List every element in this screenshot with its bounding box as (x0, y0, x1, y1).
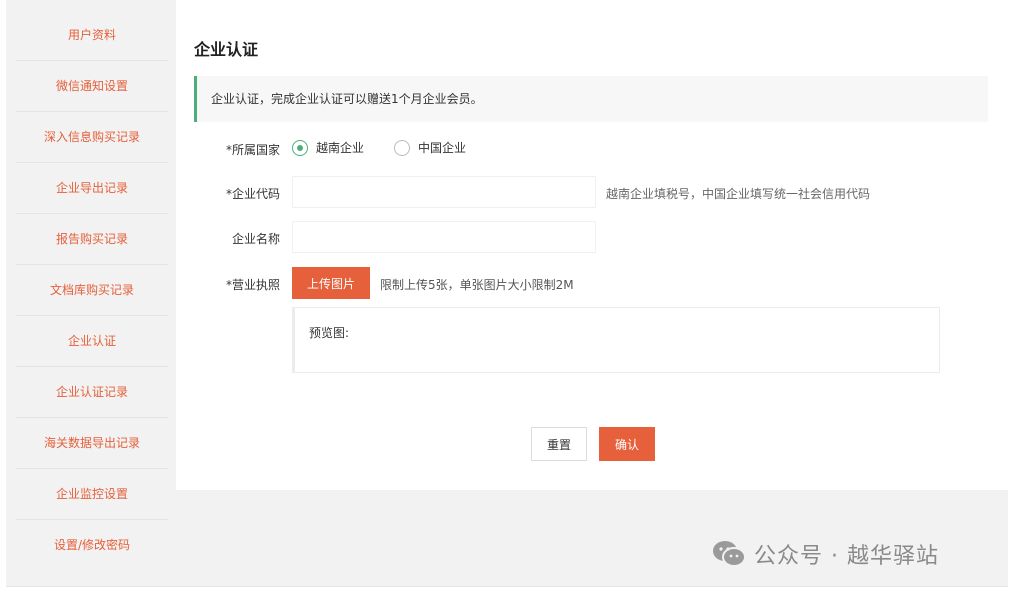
company-code-label: *企业代码 (225, 187, 280, 201)
radio-checked-icon (292, 139, 308, 156)
license-label: *营业执照 (225, 278, 280, 292)
sidebar-item-company-verification[interactable]: 企业认证 (16, 316, 168, 367)
preview-label: 预览图: (309, 326, 350, 340)
radio-vietnam[interactable]: 越南企业 (292, 139, 364, 156)
radio-unchecked-icon (394, 139, 411, 156)
company-name-input[interactable] (292, 221, 596, 253)
sidebar-item-report-purchases[interactable]: 报告购买记录 (16, 214, 168, 265)
preview-box: 预览图: (292, 307, 940, 373)
radio-china-label: 中国企业 (418, 141, 467, 155)
sidebar-item-deep-info-purchases[interactable]: 深入信息购买记录 (16, 112, 168, 163)
sidebar-item-doc-purchases[interactable]: 文档库购买记录 (16, 265, 168, 316)
confirm-button[interactable]: 确认 (599, 427, 655, 461)
upload-hint: 限制上传5张，单张图片大小限制2M (380, 278, 574, 292)
wechat-icon (713, 541, 746, 567)
company-name-label: 企业名称 (231, 232, 280, 246)
country-radio-group: 越南企业 中国企业 (292, 139, 490, 156)
company-code-hint: 越南企业填税号，中国企业填写统一社会信用代码 (606, 187, 871, 201)
sidebar-item-wechat-notify[interactable]: 微信通知设置 (16, 61, 168, 112)
sidebar-item-profile[interactable]: 用户资料 (16, 10, 168, 61)
radio-china[interactable]: 中国企业 (394, 139, 466, 156)
notice-banner: 企业认证，完成企业认证可以赠送1个月企业会员。 (194, 76, 988, 122)
reset-button[interactable]: 重置 (531, 427, 587, 461)
sidebar-item-password[interactable]: 设置/修改密码 (16, 520, 168, 570)
main-panel: 企业认证 企业认证，完成企业认证可以赠送1个月企业会员。 *所属国家 越南企业 … (176, 0, 1008, 490)
upload-image-button[interactable]: 上传图片 (292, 267, 370, 299)
page-title: 企业认证 (194, 40, 259, 59)
country-label: *所属国家 (225, 143, 280, 157)
sidebar-item-customs-exports[interactable]: 海关数据导出记录 (16, 418, 168, 469)
company-code-input[interactable] (292, 176, 596, 208)
radio-vietnam-label: 越南企业 (316, 141, 365, 155)
page-frame: 用户资料 微信通知设置 深入信息购买记录 企业导出记录 报告购买记录 文档库购买… (6, 0, 1008, 587)
watermark: 公众号 · 越华驿站 (712, 538, 939, 570)
sidebar-item-company-exports[interactable]: 企业导出记录 (16, 163, 168, 214)
sidebar-item-monitor-settings[interactable]: 企业监控设置 (16, 469, 168, 520)
sidebar-item-verification-records[interactable]: 企业认证记录 (16, 367, 168, 418)
watermark-text: 公众号 · 越华驿站 (754, 544, 939, 569)
sidebar: 用户资料 微信通知设置 深入信息购买记录 企业导出记录 报告购买记录 文档库购买… (16, 10, 168, 570)
